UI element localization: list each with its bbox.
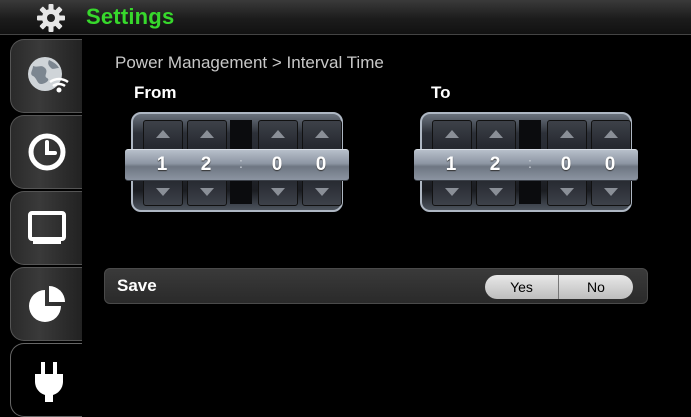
increment-arrow-icon[interactable] bbox=[259, 125, 297, 143]
decrement-arrow-icon[interactable] bbox=[259, 183, 297, 201]
to-label: To bbox=[431, 83, 451, 102]
increment-arrow-icon[interactable] bbox=[144, 125, 182, 143]
increment-arrow-icon[interactable] bbox=[433, 125, 471, 143]
save-row: Save Yes No bbox=[104, 268, 648, 304]
tab-clock[interactable] bbox=[10, 115, 82, 189]
to-time-picker: 1 2 : 0 0 bbox=[414, 112, 638, 212]
clock-icon bbox=[28, 133, 66, 171]
from-time-picker: 1 2 : 0 0 bbox=[125, 112, 349, 212]
decrement-arrow-icon[interactable] bbox=[188, 183, 226, 201]
display-icon bbox=[28, 211, 66, 244]
from-colon: : bbox=[238, 155, 244, 172]
to-minute-tens-digit[interactable]: 0 bbox=[547, 150, 585, 180]
increment-arrow-icon[interactable] bbox=[548, 125, 586, 143]
power-plug-icon bbox=[35, 362, 63, 402]
page-title: Settings bbox=[86, 4, 175, 29]
gear-icon bbox=[37, 4, 65, 32]
from-hour-tens-digit[interactable]: 1 bbox=[143, 150, 181, 180]
increment-arrow-icon[interactable] bbox=[303, 125, 341, 143]
from-hour-ones-digit[interactable]: 2 bbox=[187, 150, 225, 180]
increment-arrow-icon[interactable] bbox=[592, 125, 630, 143]
globe-network-icon bbox=[28, 57, 69, 93]
tab-network[interactable] bbox=[10, 39, 82, 113]
from-minute-tens-digit[interactable]: 0 bbox=[258, 150, 296, 180]
from-value-band: 1 2 : 0 0 bbox=[125, 149, 349, 181]
tab-power-management[interactable] bbox=[10, 343, 82, 417]
save-yes-button[interactable]: Yes bbox=[485, 275, 559, 299]
to-minute-ones-digit[interactable]: 0 bbox=[591, 150, 629, 180]
title-bar: Settings bbox=[0, 0, 691, 35]
decrement-arrow-icon[interactable] bbox=[433, 183, 471, 201]
from-label: From bbox=[134, 83, 177, 102]
to-colon: : bbox=[527, 155, 533, 172]
increment-arrow-icon[interactable] bbox=[188, 125, 226, 143]
to-hour-ones-digit[interactable]: 2 bbox=[476, 150, 514, 180]
save-label: Save bbox=[117, 276, 157, 295]
save-no-button[interactable]: No bbox=[559, 275, 633, 299]
pie-chart-icon bbox=[29, 286, 65, 322]
increment-arrow-icon[interactable] bbox=[477, 125, 515, 143]
to-value-band: 1 2 : 0 0 bbox=[414, 149, 638, 181]
decrement-arrow-icon[interactable] bbox=[144, 183, 182, 201]
to-hour-tens-digit[interactable]: 1 bbox=[432, 150, 470, 180]
decrement-arrow-icon[interactable] bbox=[548, 183, 586, 201]
decrement-arrow-icon[interactable] bbox=[592, 183, 630, 201]
tab-display[interactable] bbox=[10, 191, 82, 265]
from-minute-ones-digit[interactable]: 0 bbox=[302, 150, 340, 180]
sidebar bbox=[0, 35, 82, 417]
decrement-arrow-icon[interactable] bbox=[303, 183, 341, 201]
tab-statistics[interactable] bbox=[10, 267, 82, 341]
decrement-arrow-icon[interactable] bbox=[477, 183, 515, 201]
breadcrumb: Power Management > Interval Time bbox=[115, 53, 384, 72]
